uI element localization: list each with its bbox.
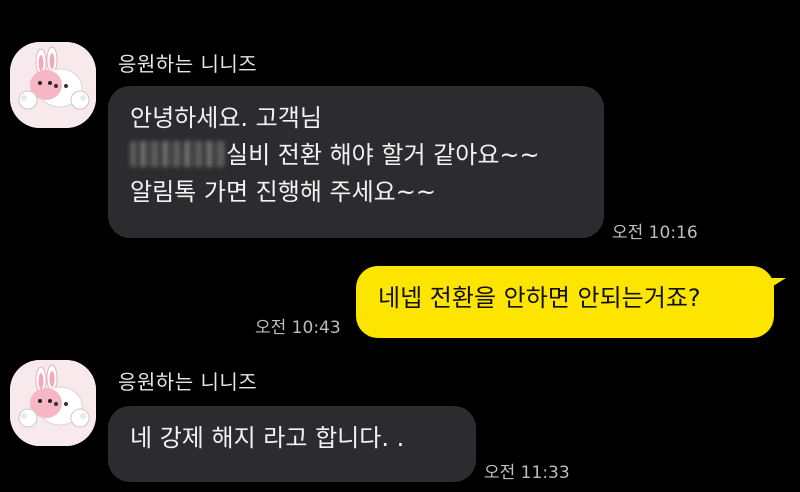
redacted-text-blur	[130, 141, 226, 167]
incoming-message-bubble[interactable]: 네 강제 해지 라고 합니다. .	[108, 406, 476, 482]
sender-name: 응원하는 니니즈	[118, 52, 258, 76]
sender-name: 응원하는 니니즈	[118, 370, 258, 394]
incoming-message-bubble[interactable]: 안녕하세요. 고객님 실비 전환 해야 할거 같아요~~ 알림톡 가면 진행해 …	[108, 86, 604, 238]
outgoing-message-bubble[interactable]: 네넵 전환을 안하면 안되는거죠?	[356, 266, 774, 338]
message-timestamp: 오전 10:16	[612, 223, 698, 243]
message-line: 실비 전환 해야 할거 같아요~~	[130, 137, 582, 174]
message-line: 알림톡 가면 진행해 주세요~~	[130, 178, 436, 206]
message-line: 네 강제 해지 라고 합니다. .	[130, 424, 405, 452]
sender-avatar[interactable]	[10, 42, 96, 128]
message-line: 안녕하세요. 고객님	[130, 104, 322, 132]
ninis-bunny-avatar-icon	[10, 42, 96, 128]
bubble-tail	[770, 278, 786, 288]
sender-avatar[interactable]	[10, 360, 96, 446]
ninis-bunny-avatar-icon	[10, 360, 96, 446]
message-timestamp: 오전 11:33	[484, 463, 570, 483]
message-timestamp: 오전 10:43	[255, 318, 341, 338]
message-line-text: 실비 전환 해야 할거 같아요~~	[226, 141, 540, 169]
